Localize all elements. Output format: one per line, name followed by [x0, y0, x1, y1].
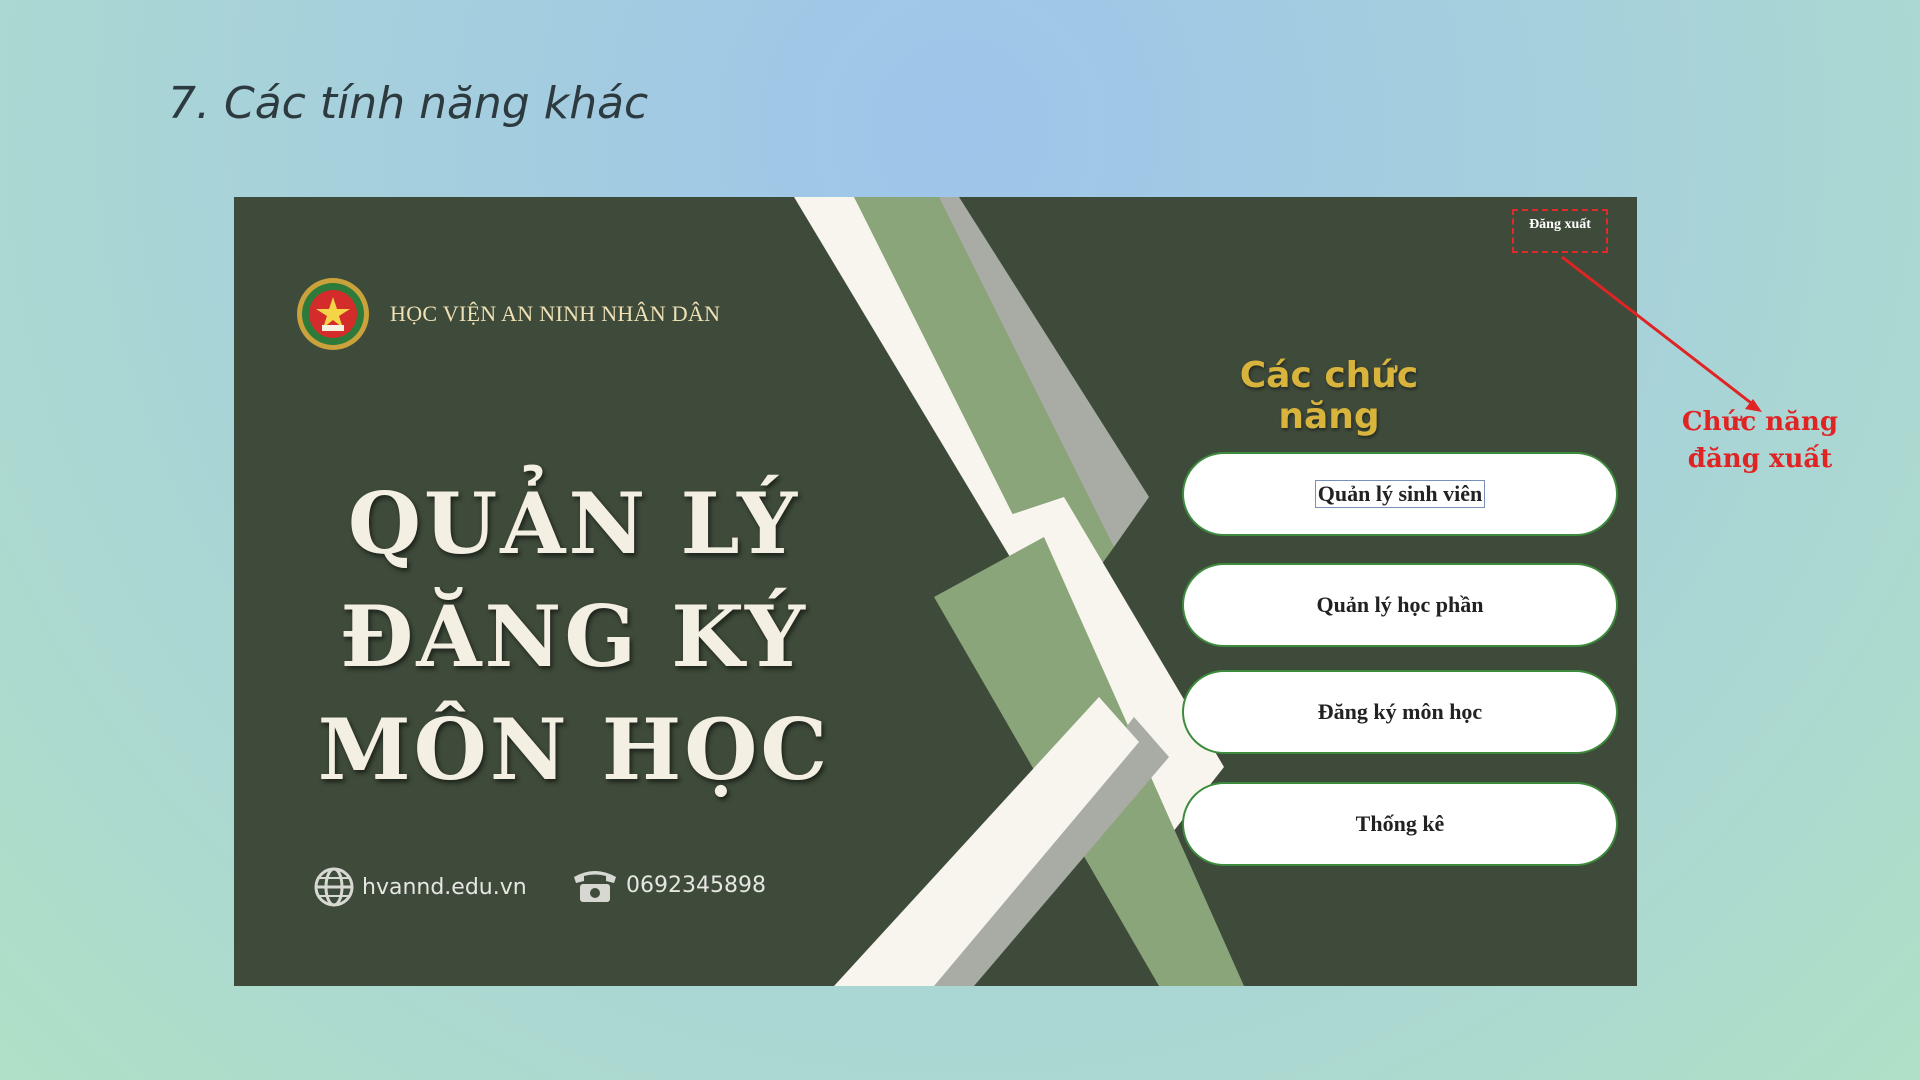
phone-text: 0692345898 — [626, 872, 766, 898]
slide-title: 7. Các tính năng khác — [168, 78, 649, 129]
phone-contact: 0692345898 — [570, 865, 766, 905]
logout-button[interactable]: Đăng xuất — [1512, 209, 1608, 253]
statistics-button[interactable]: Thống kê — [1182, 782, 1618, 866]
annotation-label: Chức năng đăng xuất — [1670, 404, 1850, 478]
button-label: Quản lý sinh viên — [1314, 480, 1486, 508]
app-window: HỌC VIỆN AN NINH NHÂN DÂN QUẢN LÝ ĐĂNG K… — [234, 197, 1637, 986]
annotation-line: Chức năng — [1681, 407, 1839, 437]
register-subjects-button[interactable]: Đăng ký môn học — [1182, 670, 1618, 754]
website-contact: hvannd.edu.vn — [312, 865, 527, 909]
manage-students-button[interactable]: Quản lý sinh viên — [1182, 452, 1618, 536]
hero-line: MÔN HỌC — [317, 700, 831, 799]
functions-heading: Các chức năng — [1239, 355, 1419, 437]
emblem-logo-icon — [297, 278, 369, 350]
button-label: Quản lý học phần — [1316, 592, 1484, 617]
globe-icon — [314, 867, 354, 907]
button-label: Thống kê — [1355, 811, 1445, 836]
hero-title: QUẢN LÝ ĐĂNG KÝ MÔN HỌC — [314, 467, 834, 806]
annotation-line: đăng xuất — [1687, 444, 1833, 474]
manage-courses-button[interactable]: Quản lý học phần — [1182, 563, 1618, 647]
button-label: Đăng ký môn học — [1317, 699, 1483, 724]
brand: HỌC VIỆN AN NINH NHÂN DÂN — [296, 277, 720, 351]
telephone-icon — [574, 871, 616, 902]
website-text: hvannd.edu.vn — [362, 874, 527, 900]
brand-name: HỌC VIỆN AN NINH NHÂN DÂN — [390, 301, 721, 326]
hero-line: QUẢN LÝ — [347, 474, 801, 573]
hero-line: ĐĂNG KÝ — [339, 587, 809, 686]
